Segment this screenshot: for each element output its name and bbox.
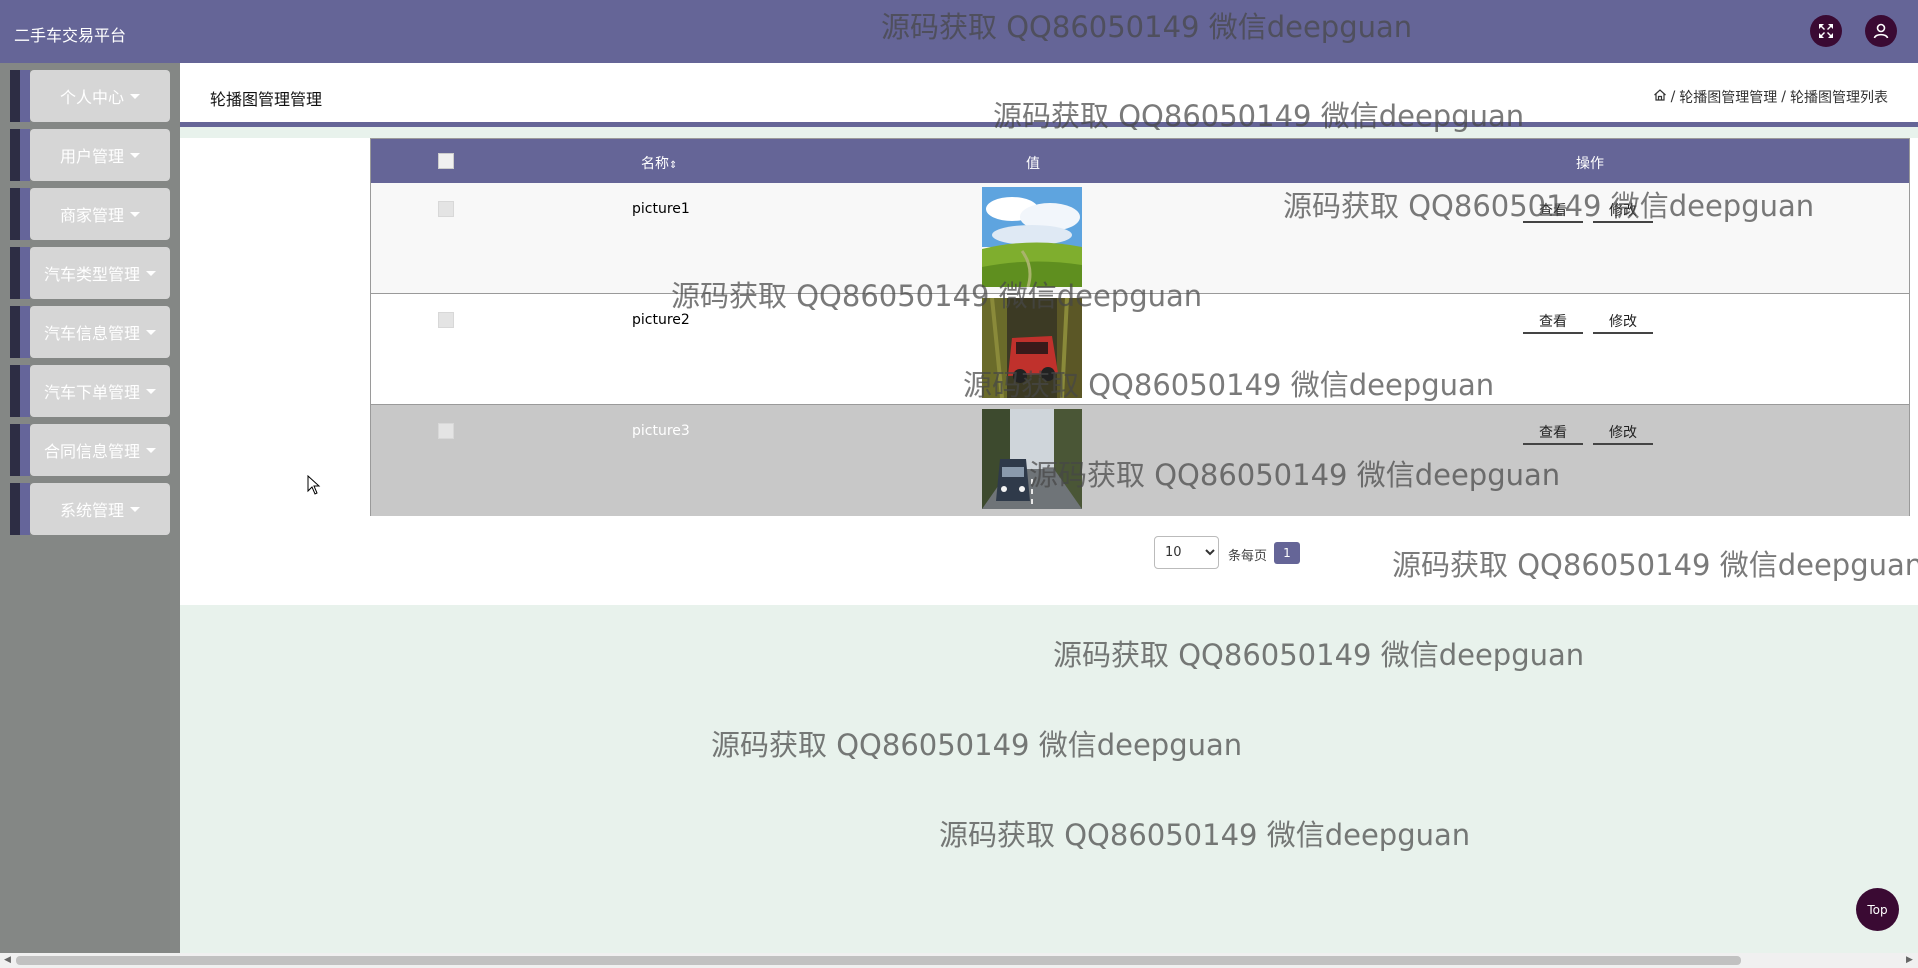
back-to-top-button[interactable]: Top (1856, 888, 1899, 931)
caret-down-icon (130, 93, 140, 99)
row-checkbox[interactable] (438, 423, 454, 439)
header-divider-band (180, 127, 1918, 138)
data-table: 名称⇕ 值 操作 picture1 查看 修改 picture2 查看 修改 p… (370, 138, 1910, 516)
sort-icon[interactable]: ⇕ (669, 160, 677, 171)
breadcrumb-separator: / (1781, 89, 1786, 105)
row-image-thumbnail (982, 298, 1082, 398)
scrollbar-thumb[interactable] (16, 956, 1741, 965)
sidebar-item-label: 汽车类型管理 (43, 265, 140, 284)
column-header-value: 值 (1026, 156, 1040, 172)
view-button[interactable]: 查看 (1523, 199, 1583, 223)
sidebar-item-label: 个人中心 (59, 88, 124, 107)
sidebar-item-car-info-management[interactable]: 汽车信息管理 (10, 306, 170, 358)
watermark-text: 源码获取 QQ86050149 微信deepguan (1053, 638, 1585, 672)
caret-down-icon (146, 447, 156, 453)
page-size-label: 条每页 (1228, 549, 1268, 564)
view-button[interactable]: 查看 (1523, 421, 1583, 445)
table-header: 名称⇕ 值 操作 (371, 139, 1909, 183)
row-image-thumbnail (982, 187, 1082, 287)
mouse-cursor-icon (307, 474, 321, 499)
sidebar-item-system-management[interactable]: 系统管理 (10, 483, 170, 535)
page-size-select[interactable]: 10 (1154, 536, 1219, 569)
fullscreen-icon[interactable] (1810, 15, 1842, 47)
column-header-actions: 操作 (1576, 156, 1604, 172)
watermark-text: 源码获取 QQ86050149 微信deepguan (939, 818, 1471, 852)
scroll-left-icon[interactable]: ◀ (4, 955, 11, 965)
row-name: picture3 (632, 423, 690, 439)
table-row: picture1 查看 修改 (371, 183, 1909, 294)
scroll-right-icon[interactable]: ▶ (1906, 955, 1913, 965)
app-root: 二手车交易平台 个人中心 用户管理 商家管理 汽车类型管理 汽车信息管理 汽车下… (0, 0, 1918, 968)
caret-down-icon (130, 152, 140, 158)
sidebar-item-label: 商家管理 (59, 206, 124, 225)
breadcrumb-item[interactable]: 轮播图管理管理 (1679, 87, 1777, 107)
caret-down-icon (130, 211, 140, 217)
table-row: picture2 查看 修改 (371, 294, 1909, 405)
breadcrumb-separator: / (1670, 89, 1676, 105)
view-button[interactable]: 查看 (1523, 310, 1583, 334)
page-number-button[interactable]: 1 (1274, 542, 1300, 564)
sidebar-item-car-type-management[interactable]: 汽车类型管理 (10, 247, 170, 299)
page-header: 轮播图管理管理 / 轮播图管理管理 / 轮播图管理列表 (180, 63, 1918, 123)
sidebar-item-label: 汽车信息管理 (43, 324, 140, 343)
edit-button[interactable]: 修改 (1593, 310, 1653, 334)
page-title: 轮播图管理管理 (210, 90, 323, 109)
row-image-thumbnail (982, 409, 1082, 509)
horizontal-scrollbar[interactable]: ◀ ▶ (0, 953, 1918, 968)
app-title: 二手车交易平台 (14, 26, 127, 45)
user-avatar-icon[interactable] (1865, 15, 1897, 47)
breadcrumb-item-current: 轮播图管理列表 (1790, 90, 1888, 106)
sidebar: 个人中心 用户管理 商家管理 汽车类型管理 汽车信息管理 汽车下单管理 合同信息… (0, 63, 180, 953)
sidebar-item-contract-management[interactable]: 合同信息管理 (10, 424, 170, 476)
sidebar-item-user-management[interactable]: 用户管理 (10, 129, 170, 181)
table-row: picture3 查看 修改 (371, 405, 1909, 516)
watermark-text: 源码获取 QQ86050149 微信deepguan (711, 728, 1243, 762)
sidebar-item-label: 合同信息管理 (43, 442, 140, 461)
top-header: 二手车交易平台 (0, 0, 1918, 63)
row-checkbox[interactable] (438, 312, 454, 328)
sidebar-item-car-order-management[interactable]: 汽车下单管理 (10, 365, 170, 417)
sidebar-item-label: 汽车下单管理 (43, 383, 140, 402)
caret-down-icon (146, 270, 156, 276)
edit-button[interactable]: 修改 (1593, 421, 1653, 445)
caret-down-icon (130, 506, 140, 512)
column-header-name[interactable]: 名称⇕ (641, 153, 677, 173)
sidebar-item-merchant-management[interactable]: 商家管理 (10, 188, 170, 240)
breadcrumb: / 轮播图管理管理 / 轮播图管理列表 (1653, 87, 1888, 107)
sidebar-item-personal-center[interactable]: 个人中心 (10, 70, 170, 122)
home-icon[interactable] (1653, 88, 1667, 106)
row-name: picture1 (632, 201, 690, 217)
row-name: picture2 (632, 312, 690, 328)
select-all-checkbox[interactable] (438, 153, 454, 169)
sidebar-item-label: 系统管理 (59, 501, 124, 520)
sidebar-item-label: 用户管理 (59, 147, 124, 166)
caret-down-icon (146, 329, 156, 335)
caret-down-icon (146, 388, 156, 394)
edit-button[interactable]: 修改 (1593, 199, 1653, 223)
row-checkbox[interactable] (438, 201, 454, 217)
